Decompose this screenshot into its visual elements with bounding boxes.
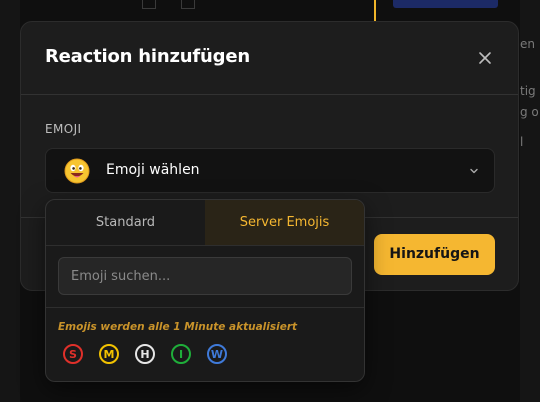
smiley-face-icon — [64, 158, 90, 184]
tab-server-emojis[interactable]: Server Emojis — [205, 200, 364, 245]
tab-standard[interactable]: Standard — [46, 200, 205, 245]
emoji-letter: I — [178, 347, 184, 361]
picker-divider — [46, 307, 364, 308]
close-icon — [479, 52, 491, 64]
server-emoji-h[interactable]: H — [135, 344, 155, 364]
background-text: l — [520, 135, 524, 149]
server-emoji-m[interactable]: M — [99, 344, 119, 364]
background-panel-right — [520, 0, 540, 402]
emoji-field-label: EMOJI — [45, 122, 82, 136]
picker-tabs: Standard Server Emojis — [46, 200, 364, 246]
background-panel-left — [0, 0, 20, 402]
background-text: en — [520, 37, 535, 51]
emoji-letter: W — [210, 347, 224, 361]
background-icon — [142, 0, 156, 9]
emoji-letter: S — [69, 347, 77, 361]
background-text: tig — [520, 84, 536, 98]
emoji-select-label: Emoji wählen — [106, 162, 200, 178]
modal-header: Reaction hinzufügen — [21, 22, 518, 95]
emoji-letter: H — [140, 347, 150, 361]
add-button[interactable]: Hinzufügen — [374, 234, 495, 275]
server-emoji-w[interactable]: W — [207, 344, 227, 364]
emoji-select[interactable]: Emoji wählen — [45, 148, 495, 193]
server-emoji-list: S M H I W — [63, 344, 227, 364]
background-icon — [181, 0, 195, 9]
emoji-search-input[interactable] — [58, 257, 352, 295]
emoji-letter: M — [103, 347, 115, 361]
emoji-picker: Standard Server Emojis Emojis werden all… — [45, 199, 365, 382]
refresh-note: Emojis werden alle 1 Minute aktualisiert — [58, 321, 298, 333]
chevron-down-icon — [470, 168, 478, 174]
modal-title: Reaction hinzufügen — [45, 46, 250, 67]
server-emoji-i[interactable]: I — [171, 344, 191, 364]
close-button[interactable] — [476, 49, 494, 67]
background-text: g o — [520, 105, 539, 119]
background-button — [393, 0, 498, 8]
background-accent-line — [374, 0, 376, 22]
server-emoji-s[interactable]: S — [63, 344, 83, 364]
